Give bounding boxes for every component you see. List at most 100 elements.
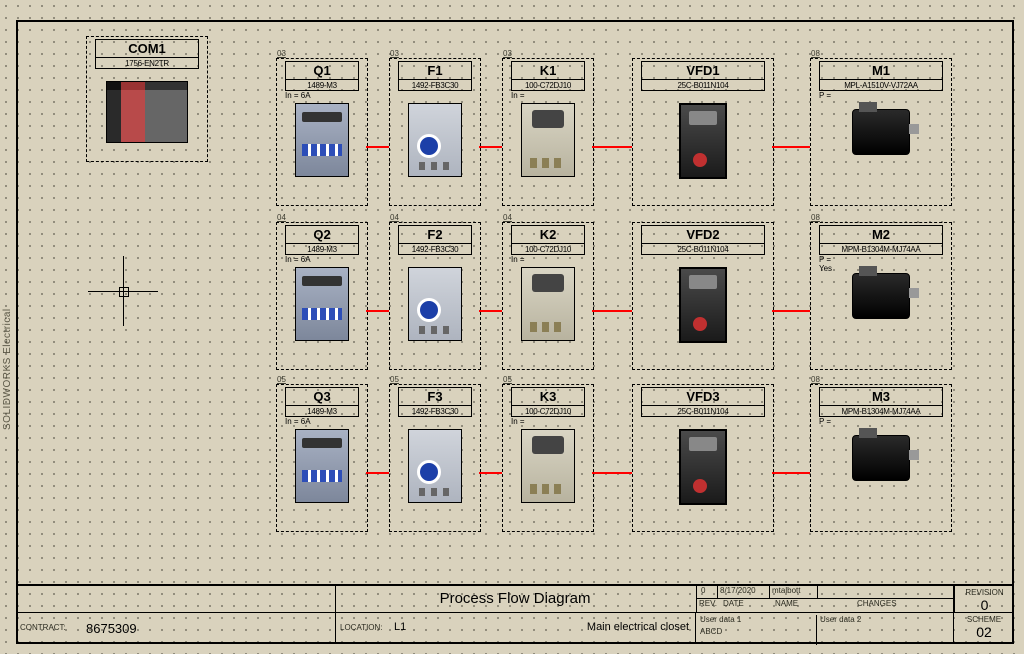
- fb-icon: [408, 429, 462, 503]
- title-block-lower: CONTRACT: 8675309 LOCATION: L1 Main elec…: [16, 612, 1014, 644]
- rev-index: 0: [701, 586, 705, 595]
- component-partnumber: 1756-EN2TR: [96, 58, 198, 69]
- component-f1[interactable]: 03F11492-FB3C30: [389, 58, 481, 206]
- fb-icon: [408, 267, 462, 341]
- sheet-ref-number: 03: [503, 49, 512, 58]
- component-header: VFD125C-B011N104: [641, 61, 765, 91]
- cb-icon: [295, 429, 349, 503]
- component-tag: K1: [512, 62, 584, 80]
- component-header: VFD325C-B011N104: [641, 387, 765, 417]
- vfd-icon: [679, 267, 727, 343]
- component-tag: COM1: [96, 40, 198, 58]
- wire[interactable]: [366, 310, 389, 312]
- wire[interactable]: [772, 472, 810, 474]
- drawing-sheet: SOLIDWORKS Electrical COM1 1756-EN2TR 03…: [0, 0, 1024, 654]
- component-q3[interactable]: 05Q31489-M3In = 6A: [276, 384, 368, 532]
- component-subtext: P =Yes: [819, 255, 832, 273]
- component-subtext: In = 6A: [285, 417, 311, 426]
- contract-label: CONTRACT:: [20, 623, 66, 632]
- component-vfd3[interactable]: VFD325C-B011N104: [632, 384, 774, 532]
- userdata1-label: User data 1: [700, 615, 741, 624]
- component-header: K2100-C72DJ10: [511, 225, 585, 255]
- component-m2[interactable]: 08M2MPM-B1304M-MJ74AAP =Yes: [810, 222, 952, 370]
- rev-date-value: 8/17/2020: [717, 586, 756, 599]
- component-header: F31492-FB3C30: [398, 387, 472, 417]
- component-tag: VFD2: [642, 226, 764, 244]
- component-subtext: In = 6A: [285, 255, 311, 264]
- component-partnumber: 1489-M3: [286, 406, 358, 417]
- wire[interactable]: [479, 146, 502, 148]
- component-partnumber: 25C-B011N104: [642, 244, 764, 255]
- wire[interactable]: [479, 310, 502, 312]
- component-tag: M1: [820, 62, 942, 80]
- component-partnumber: 1489-M3: [286, 80, 358, 91]
- name-hdr: NAME: [775, 599, 798, 608]
- wire[interactable]: [366, 472, 389, 474]
- cb-icon: [295, 267, 349, 341]
- title-block-upper: Process Flow Diagram 0 8/17/2020 mtalbot…: [16, 584, 1014, 612]
- location-value: L1: [394, 621, 406, 633]
- sheet-ref-number: 03: [277, 49, 286, 58]
- component-partnumber: MPM-B1304M-MJ74AA: [820, 406, 942, 417]
- component-header: COM1 1756-EN2TR: [95, 39, 199, 69]
- component-k3[interactable]: 05K3100-C72DJ10In =: [502, 384, 594, 532]
- ct-icon: [521, 103, 575, 177]
- component-subtext: In = 6A: [285, 91, 311, 100]
- component-tag: F1: [399, 62, 471, 80]
- component-header: Q21489-M3: [285, 225, 359, 255]
- component-partnumber: 25C-B011N104: [642, 80, 764, 91]
- cb-icon: [295, 103, 349, 177]
- component-partnumber: 100-C72DJ10: [512, 406, 584, 417]
- changes-hdr: CHANGES: [857, 599, 897, 608]
- wire[interactable]: [592, 146, 632, 148]
- sheet-ref-number: 08: [811, 213, 820, 222]
- wire[interactable]: [772, 146, 810, 148]
- wire[interactable]: [592, 472, 632, 474]
- component-header: M3MPM-B1304M-MJ74AA: [819, 387, 943, 417]
- component-tag: K2: [512, 226, 584, 244]
- component-k1[interactable]: 03K1100-C72DJ10In =: [502, 58, 594, 206]
- component-m3[interactable]: 08M3MPM-B1304M-MJ74AAP =: [810, 384, 952, 532]
- component-vfd2[interactable]: VFD225C-B011N104: [632, 222, 774, 370]
- vfd-icon: [679, 103, 727, 179]
- wire[interactable]: [772, 310, 810, 312]
- wire[interactable]: [479, 472, 502, 474]
- contract-value: 8675309: [86, 621, 137, 636]
- component-header: M2MPM-B1304M-MJ74AA: [819, 225, 943, 255]
- sheet-ref-number: 05: [277, 375, 286, 384]
- component-vfd1[interactable]: VFD125C-B011N104: [632, 58, 774, 206]
- component-partnumber: 100-C72DJ10: [512, 80, 584, 91]
- rev-name-value: mtalbott: [769, 586, 800, 599]
- component-tag: F3: [399, 388, 471, 406]
- motor-icon: [852, 435, 910, 481]
- userdata1-value: ABCD: [700, 627, 722, 636]
- component-subtext: P =: [819, 91, 831, 100]
- motor-icon: [852, 273, 910, 319]
- plc-icon: [106, 81, 188, 143]
- component-k2[interactable]: 04K2100-C72DJ10In =: [502, 222, 594, 370]
- component-m1[interactable]: 08M1MPL-A1510V-VJ72AAP =: [810, 58, 952, 206]
- component-q2[interactable]: 04Q21489-M3In = 6A: [276, 222, 368, 370]
- component-f2[interactable]: 04F21492-FB3C30: [389, 222, 481, 370]
- sheet-ref-number: 08: [811, 49, 820, 58]
- component-q1[interactable]: 03Q11489-M3In = 6A: [276, 58, 368, 206]
- component-com1[interactable]: COM1 1756-EN2TR: [86, 36, 208, 162]
- origin-crosshair-icon: [88, 256, 158, 326]
- component-tag: Q1: [286, 62, 358, 80]
- sheet-ref-number: 04: [277, 213, 286, 222]
- revision-value: 0: [955, 597, 1014, 613]
- component-partnumber: MPL-A1510V-VJ72AA: [820, 80, 942, 91]
- component-partnumber: MPM-B1304M-MJ74AA: [820, 244, 942, 255]
- wire[interactable]: [592, 310, 632, 312]
- component-f3[interactable]: 05F31492-FB3C30: [389, 384, 481, 532]
- ct-icon: [521, 429, 575, 503]
- title-block: Process Flow Diagram 0 8/17/2020 mtalbot…: [16, 584, 1014, 644]
- component-tag: VFD3: [642, 388, 764, 406]
- component-subtext: In =: [511, 91, 525, 100]
- component-header: Q31489-M3: [285, 387, 359, 417]
- component-tag: Q2: [286, 226, 358, 244]
- wire[interactable]: [366, 146, 389, 148]
- userdata2-label: User data 2: [816, 615, 861, 645]
- component-header: F11492-FB3C30: [398, 61, 472, 91]
- component-header: M1MPL-A1510V-VJ72AA: [819, 61, 943, 91]
